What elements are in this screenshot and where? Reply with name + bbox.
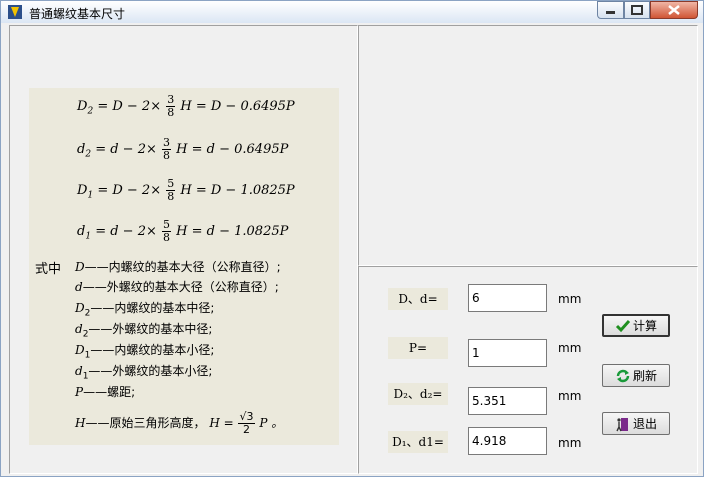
app-window: 普通螺纹基本尺寸 D2 = D − 2× 38 H = D − 0.6495P … bbox=[0, 0, 704, 477]
formula-d1: d1 = d − 2× 58 H = d − 1.0825P bbox=[77, 218, 289, 244]
unit-label: mm bbox=[558, 292, 582, 306]
legend-item: d1——外螺纹的基本小径; bbox=[75, 364, 213, 382]
refresh-icon bbox=[616, 369, 630, 382]
checkmark-icon bbox=[615, 319, 631, 332]
minimize-button[interactable] bbox=[597, 1, 624, 19]
exit-button[interactable]: 退出 bbox=[602, 412, 670, 435]
legend-item: P——螺距; bbox=[75, 385, 136, 399]
minor-diameter-output[interactable] bbox=[468, 427, 547, 455]
app-logo-icon bbox=[8, 5, 22, 19]
calculate-button[interactable]: 计算 bbox=[602, 314, 670, 337]
legend-item: D1——内螺纹的基本小径; bbox=[75, 343, 215, 361]
close-icon bbox=[668, 5, 680, 15]
maximize-icon bbox=[631, 5, 643, 15]
field-label-minor-diameter: D₁、d1= bbox=[388, 431, 448, 453]
unit-label: mm bbox=[558, 389, 582, 403]
exit-door-icon bbox=[616, 417, 628, 431]
legend-item-h: H——原始三角形高度， H = √3 2 P 。 bbox=[75, 410, 284, 436]
refresh-button[interactable]: 刷新 bbox=[602, 364, 670, 387]
maximize-button[interactable] bbox=[624, 1, 650, 19]
calculate-label: 计算 bbox=[632, 319, 657, 333]
formula-d2: d2 = d − 2× 38 H = d − 0.6495P bbox=[77, 136, 289, 162]
major-diameter-input[interactable] bbox=[468, 284, 547, 312]
diagram-panel bbox=[358, 25, 698, 266]
minimize-icon bbox=[606, 11, 615, 14]
pitch-diameter-output[interactable] bbox=[468, 387, 547, 415]
refresh-label: 刷新 bbox=[632, 369, 657, 383]
legend-heading: 式中 bbox=[35, 262, 62, 277]
legend-item: d——外螺纹的基本大径（公称直径）; bbox=[75, 280, 279, 294]
formula-D1: D1 = D − 2× 58 H = D − 1.0825P bbox=[77, 177, 295, 203]
close-button[interactable] bbox=[650, 1, 698, 19]
legend-item: d2——外螺纹的基本中径; bbox=[75, 322, 213, 340]
legend-item: D2——内螺纹的基本中径; bbox=[75, 301, 215, 319]
unit-label: mm bbox=[558, 341, 582, 355]
window-title: 普通螺纹基本尺寸 bbox=[29, 7, 126, 21]
field-label-pitch-diameter: D₂、d₂= bbox=[388, 383, 448, 405]
pitch-input[interactable] bbox=[468, 339, 547, 367]
unit-label: mm bbox=[558, 436, 582, 450]
field-label-major-diameter: D、d= bbox=[388, 288, 448, 310]
field-label-pitch: P= bbox=[388, 337, 448, 359]
exit-label: 退出 bbox=[632, 417, 657, 431]
legend-item: D——内螺纹的基本大径（公称直径）; bbox=[75, 260, 281, 274]
title-bar[interactable]: 普通螺纹基本尺寸 bbox=[1, 1, 703, 23]
formula-D2: D2 = D − 2× 38 H = D − 0.6495P bbox=[77, 93, 295, 119]
